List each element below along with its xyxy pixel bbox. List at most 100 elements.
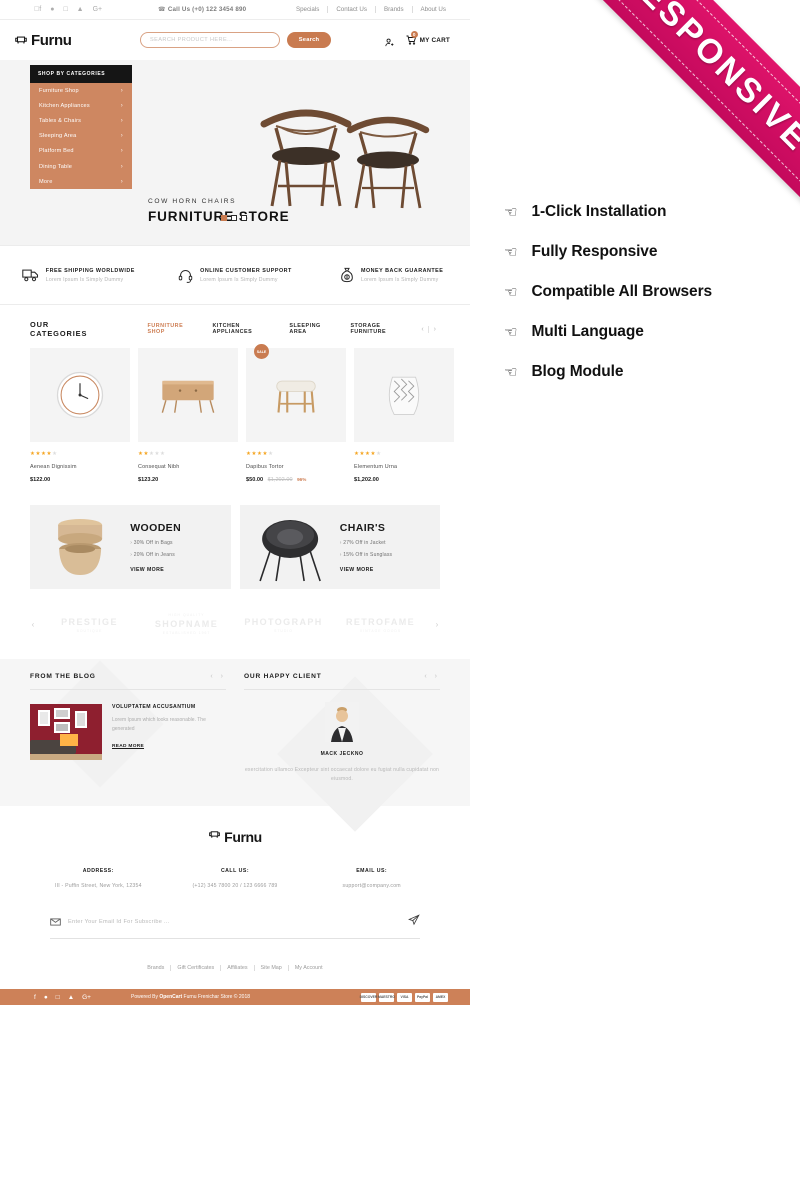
blog-next-icon[interactable]: › bbox=[221, 673, 226, 680]
slider-dot-1[interactable] bbox=[221, 215, 227, 221]
product-card[interactable]: SALE ★★★★★ Dapibus Tortor $50.00 $1,202.… bbox=[246, 344, 346, 483]
tab-sleeping-area[interactable]: SLEEPING AREA bbox=[280, 319, 341, 339]
envelope-icon bbox=[50, 918, 61, 926]
product-card[interactable]: ★★★★★ Consequat Nibh $123.20 bbox=[138, 348, 238, 483]
category-item-dining-table[interactable]: Dining Table › bbox=[30, 159, 132, 174]
nav-brands[interactable]: Brands bbox=[376, 6, 413, 13]
service-free-shipping: FREE SHIPPING WORLDWIDE Lorem Ipsum Is S… bbox=[0, 268, 157, 283]
brands-next-icon[interactable]: › bbox=[430, 620, 444, 629]
nav-about-us[interactable]: About Us bbox=[413, 6, 446, 13]
carousel-next-icon[interactable]: › bbox=[430, 326, 440, 333]
blog-prev-icon[interactable]: ‹ bbox=[210, 673, 215, 680]
newsletter-form[interactable]: Enter Your Email Id For Subscribe ... bbox=[50, 913, 420, 939]
search-button[interactable]: Search bbox=[287, 32, 331, 48]
slider-dot-3[interactable] bbox=[241, 215, 247, 221]
brand-name: SHOPNAME bbox=[154, 619, 219, 629]
wall-clock-image bbox=[56, 371, 104, 419]
nav-contact-us[interactable]: Contact Us bbox=[328, 6, 376, 13]
promo-cta[interactable]: VIEW MORE bbox=[340, 567, 430, 573]
category-item-furniture-shop[interactable]: Furniture Shop › bbox=[30, 83, 132, 98]
twitter-icon[interactable]: ● bbox=[44, 994, 48, 1001]
promo-cta[interactable]: VIEW MORE bbox=[130, 567, 220, 573]
product-card[interactable]: ★★★★★ Elementum Urna $1,202.00 bbox=[354, 348, 454, 483]
carousel-prev-icon[interactable]: ‹ bbox=[417, 325, 429, 333]
social-links: f ● □ ▲ G+ bbox=[12, 6, 132, 13]
product-price: $122.00 bbox=[30, 477, 130, 483]
brand-logo-shopname[interactable]: HIGH QUALITY SHOPNAME ESTABLISHED 1967 bbox=[139, 613, 234, 635]
footer-heading: CALL US: bbox=[220, 868, 250, 874]
send-icon[interactable] bbox=[408, 913, 420, 931]
pinterest-icon[interactable]: ▲ bbox=[77, 6, 84, 13]
armchair-icon bbox=[14, 33, 28, 47]
tab-storage-furniture[interactable]: STORAGE FURNITURE bbox=[341, 319, 417, 339]
footer-link-my-account[interactable]: My Account bbox=[289, 965, 329, 971]
category-item-platform-bed[interactable]: Platform Bed › bbox=[30, 144, 132, 159]
client-arrows[interactable]: ‹ › bbox=[424, 673, 440, 680]
footer-heading: EMAIL US: bbox=[356, 868, 388, 874]
blog-title: FROM THE BLOG bbox=[30, 673, 96, 680]
client-prev-icon[interactable]: ‹ bbox=[424, 673, 429, 680]
sideboard-image bbox=[161, 380, 215, 413]
product-image bbox=[138, 348, 238, 442]
brand-sub: ESTABLISHED 1967 bbox=[162, 631, 211, 635]
pinterest-icon[interactable]: ▲ bbox=[68, 994, 74, 1001]
category-item-tables-chairs[interactable]: Tables & Chairs › bbox=[30, 113, 132, 128]
search-input[interactable]: SEARCH PRODUCT HERE... bbox=[140, 32, 280, 48]
vase-image bbox=[388, 376, 420, 415]
service-title: MONEY BACK GUARANTEE bbox=[360, 267, 444, 274]
brand-logo-photograph[interactable]: PHOTOGRAPH STUDIO bbox=[236, 615, 331, 633]
category-label: Furniture Shop bbox=[39, 87, 79, 94]
promo-image bbox=[240, 505, 340, 589]
chevron-right-icon: › bbox=[120, 148, 123, 155]
category-item-kitchen-appliances[interactable]: Kitchen Appliances › bbox=[30, 98, 132, 113]
twitter-icon[interactable]: ● bbox=[50, 6, 54, 13]
newsletter-input-placeholder: Enter Your Email Id For Subscribe ... bbox=[68, 919, 170, 925]
footer-link-site-map[interactable]: Site Map bbox=[255, 965, 289, 971]
service-subtitle: Lorem Ipsum Is Simply Dummy bbox=[200, 276, 278, 283]
price-current: $123.20 bbox=[138, 477, 159, 483]
promo-banner-chairs[interactable]: CHAIR'S 27% Off in Jacket 15% Off in Sun… bbox=[239, 505, 440, 589]
marketing-panel: RESPONSIVE ☞ 1-Click Installation ☞ Full… bbox=[470, 0, 800, 1200]
slider-dot-2[interactable] bbox=[231, 215, 237, 221]
google-plus-icon[interactable]: G+ bbox=[93, 6, 103, 13]
brand-sub: VINTAGE GOODS bbox=[359, 629, 402, 633]
product-name: Elementum Urna bbox=[354, 464, 398, 470]
google-plus-icon[interactable]: G+ bbox=[82, 994, 91, 1001]
hero-title: FURNITURE STORE bbox=[148, 209, 290, 224]
nav-specials[interactable]: Specials bbox=[288, 6, 329, 13]
thumbs-up-icon: ☞ bbox=[504, 364, 518, 381]
footer-link-gift-certificates[interactable]: Gift Certificates bbox=[171, 965, 222, 971]
tab-kitchen-appliances[interactable]: KITCHEN APPLIANCES bbox=[203, 319, 280, 339]
client-avatar bbox=[325, 702, 359, 742]
footer-link-brands[interactable]: Brands bbox=[141, 965, 172, 971]
product-card[interactable]: ★★★★★ Aenean Dignissim $122.00 bbox=[30, 348, 130, 483]
category-item-sleeping-area[interactable]: Sleeping Area › bbox=[30, 129, 132, 144]
client-next-icon[interactable]: › bbox=[435, 673, 440, 680]
instagram-icon[interactable]: □ bbox=[63, 6, 67, 13]
blog-column: FROM THE BLOG ‹ › VOLUPTATEM ACCUSANTIUM… bbox=[30, 673, 226, 784]
user-account-icon[interactable] bbox=[384, 35, 395, 46]
copyright-text: Powered By OpenCart Furnu Frenichar Stor… bbox=[131, 994, 250, 1000]
facebook-icon[interactable]: f bbox=[34, 994, 36, 1001]
blog-post-image bbox=[30, 704, 102, 760]
footer-link-affiliates[interactable]: Affiliates bbox=[221, 965, 255, 971]
blog-read-more[interactable]: READ MORE bbox=[112, 744, 226, 749]
client-column: OUR HAPPY CLIENT ‹ › MACK JECKNO exercit… bbox=[244, 673, 440, 784]
category-item-more[interactable]: More › bbox=[30, 174, 132, 189]
brand-logo-retrofame[interactable]: RETROFAME VINTAGE GOODS bbox=[333, 615, 428, 633]
cart-button[interactable]: 0 MY CART bbox=[405, 31, 450, 46]
instagram-icon[interactable]: □ bbox=[56, 994, 60, 1001]
feature-label: Blog Module bbox=[531, 363, 624, 380]
headset-icon bbox=[178, 269, 193, 283]
brand-logo-prestige[interactable]: PRESTIGE BOUTIQUE bbox=[42, 615, 137, 633]
footer-logo[interactable]: Furnu bbox=[30, 828, 440, 846]
facebook-icon[interactable]: f bbox=[34, 6, 41, 13]
site-logo[interactable]: Furnu bbox=[14, 32, 134, 49]
blog-post[interactable]: VOLUPTATEM ACCUSANTIUM Lorem Ipsum which… bbox=[30, 704, 226, 760]
blog-arrows[interactable]: ‹ › bbox=[210, 673, 226, 680]
tab-furniture-shop[interactable]: FURNITURE SHOP bbox=[139, 319, 204, 339]
feature-item: ☞ Compatible All Browsers bbox=[504, 272, 712, 312]
feature-label: Multi Language bbox=[531, 323, 644, 340]
brands-prev-icon[interactable]: ‹ bbox=[26, 620, 40, 629]
promo-banner-wooden[interactable]: WOODEN 30% Off in Bags 20% Off in Jeans … bbox=[30, 505, 231, 589]
